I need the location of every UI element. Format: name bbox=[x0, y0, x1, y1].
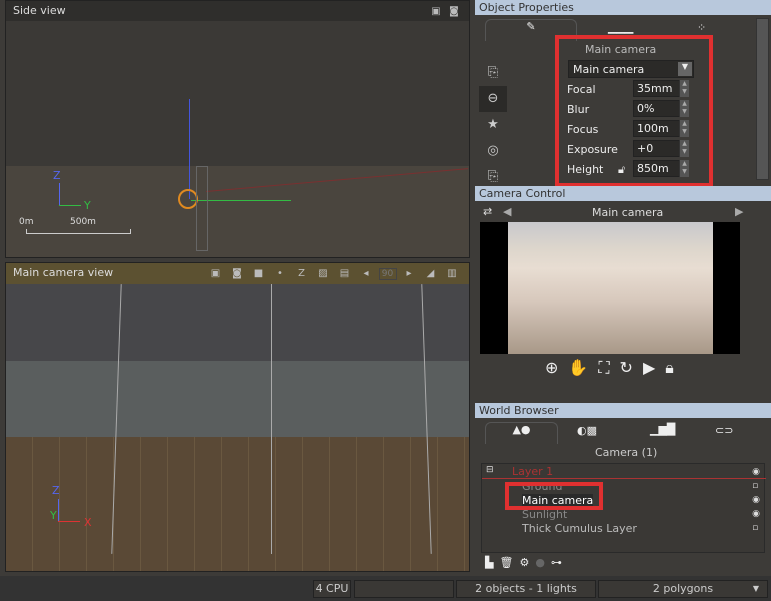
axis-y-label: Y bbox=[84, 199, 91, 212]
cube-icon[interactable]: ▣ bbox=[430, 6, 442, 18]
tab-objects[interactable]: ▲● bbox=[485, 422, 558, 444]
axis-z-label: Z bbox=[52, 484, 60, 497]
cpu-status: 4 CPU bbox=[313, 580, 351, 598]
lock-icon[interactable]: ▫ bbox=[752, 479, 760, 493]
tab-ruler[interactable]: ▁▁▁ bbox=[608, 21, 633, 34]
side-view-title-bar: Side view ▣ ◙ bbox=[6, 1, 469, 21]
polygons-label: 2 polygons bbox=[652, 582, 714, 595]
trash-icon[interactable]: 🗑︎ bbox=[499, 556, 519, 569]
z-axis-line bbox=[189, 99, 190, 199]
square-icon[interactable]: ■ bbox=[253, 268, 265, 280]
zoom-icon[interactable]: ⊕ bbox=[545, 358, 568, 377]
camera-view-title-bar: Main camera view ▣ ◙ ■ • Z ▨ ▤ ◂ 90 ▸ ◢ … bbox=[6, 263, 469, 284]
collapse-icon[interactable]: ⊟ bbox=[486, 465, 494, 475]
disabled-icon: ● bbox=[535, 556, 551, 569]
scale-start-label: 0m bbox=[19, 217, 34, 227]
axis-y-label: Y bbox=[50, 509, 57, 522]
target-icon[interactable]: ◎ bbox=[479, 138, 507, 164]
z-toggle[interactable]: Z bbox=[296, 268, 308, 280]
lock-icon[interactable]: ▫ bbox=[752, 521, 760, 535]
empty-status bbox=[354, 580, 454, 598]
camera-name: Main camera bbox=[592, 206, 664, 219]
eye-icon[interactable]: ◉ bbox=[752, 493, 760, 507]
tab-links[interactable]: ⊂⊃ bbox=[715, 424, 733, 437]
hatch-icon[interactable]: ▨ bbox=[317, 268, 329, 280]
lens-icon[interactable]: ⊖ bbox=[479, 86, 507, 112]
split-view-icon[interactable]: ▥ bbox=[446, 268, 458, 280]
camera-viewport[interactable]: Z Y X bbox=[6, 284, 469, 571]
camera-icon[interactable]: ◙ bbox=[231, 268, 243, 280]
next-camera-icon[interactable]: ▶ bbox=[735, 205, 743, 218]
tree-item-cumulus[interactable]: Thick Cumulus Layer bbox=[522, 522, 637, 535]
dot-icon[interactable]: • bbox=[274, 268, 286, 280]
camera-view-title: Main camera view bbox=[13, 266, 114, 279]
cube-icon[interactable]: ▣ bbox=[210, 268, 222, 280]
world-browser-header: World Browser bbox=[475, 403, 771, 418]
axis-x-label: X bbox=[84, 516, 92, 529]
gear-icon[interactable]: ⚙ bbox=[519, 556, 535, 569]
eraser-icon[interactable]: ◢ bbox=[425, 268, 437, 280]
axis-z-label: Z bbox=[53, 169, 61, 182]
camera-control-header: Camera Control bbox=[475, 186, 771, 201]
tab-materials[interactable]: ◐▩ bbox=[577, 424, 597, 437]
camera-preview[interactable] bbox=[480, 222, 740, 354]
object-properties-header: Object Properties bbox=[475, 0, 771, 15]
side-view-panel: Side view ▣ ◙ Z Y 0m 500m bbox=[5, 0, 470, 258]
layer-item[interactable]: Layer 1 bbox=[512, 465, 553, 478]
swap-camera-icon[interactable]: ⇄ bbox=[483, 205, 492, 218]
camera-icon[interactable]: ◙ bbox=[448, 6, 460, 18]
new-icon[interactable]: ▙ bbox=[485, 556, 499, 569]
frame-icon[interactable]: ⛶ bbox=[598, 358, 619, 377]
next-frame-icon[interactable]: ▸ bbox=[403, 268, 415, 280]
scale-end-label: 500m bbox=[70, 217, 96, 227]
camera-view-panel: Main camera view ▣ ◙ ■ • Z ▨ ▤ ◂ 90 ▸ ◢ … bbox=[5, 262, 470, 572]
prev-camera-icon[interactable]: ◀ bbox=[503, 205, 511, 218]
scrollbar[interactable] bbox=[756, 18, 769, 180]
eye-icon[interactable]: ◉ bbox=[752, 465, 760, 479]
highlight-box bbox=[505, 482, 603, 510]
polygons-status[interactable]: 2 polygons ▼ bbox=[598, 580, 768, 598]
tab-statistics[interactable]: ▁▆█ bbox=[650, 423, 675, 436]
highlight-box bbox=[555, 35, 713, 187]
camera-lock-icon[interactable]: ⎘ bbox=[479, 60, 507, 86]
object-properties-panel: Object Properties ✎ ▁▁▁ ⁘ ⎘ ⊖ ★ ◎ ⎘ Main… bbox=[475, 0, 771, 187]
lock-icon[interactable]: 🔒︎ bbox=[665, 358, 684, 377]
eye-icon[interactable]: ◉ bbox=[752, 507, 760, 521]
chevron-down-icon: ▼ bbox=[752, 584, 759, 593]
side-view-title: Side view bbox=[13, 4, 66, 17]
play-icon[interactable]: ▶ bbox=[643, 358, 665, 377]
side-viewport[interactable]: Z Y 0m 500m bbox=[6, 21, 469, 257]
camera-object[interactable] bbox=[178, 189, 198, 209]
layers-icon[interactable]: ▤ bbox=[339, 268, 351, 280]
tab-nodes[interactable]: ⁘ bbox=[697, 21, 706, 34]
camera-control-panel: Camera Control ⇄ ◀ Main camera ▶ ⊕✋⛶↻▶🔒︎ bbox=[475, 186, 771, 400]
frame-field[interactable]: 90 bbox=[378, 268, 397, 280]
objects-status: 2 objects - 1 lights bbox=[456, 580, 596, 598]
hierarchy-icon[interactable]: ⊶ bbox=[551, 556, 568, 569]
filter-label: Camera (1) bbox=[595, 446, 658, 459]
pan-icon[interactable]: ✋ bbox=[568, 358, 598, 377]
world-browser-panel: World Browser ▲● ◐▩ ▁▆█ ⊂⊃ Camera (1) ⊟ … bbox=[475, 403, 771, 575]
rotate-icon[interactable]: ↻ bbox=[620, 358, 643, 377]
star-icon[interactable]: ★ bbox=[479, 112, 507, 138]
scale-bar bbox=[26, 229, 131, 234]
prev-frame-icon[interactable]: ◂ bbox=[360, 268, 372, 280]
